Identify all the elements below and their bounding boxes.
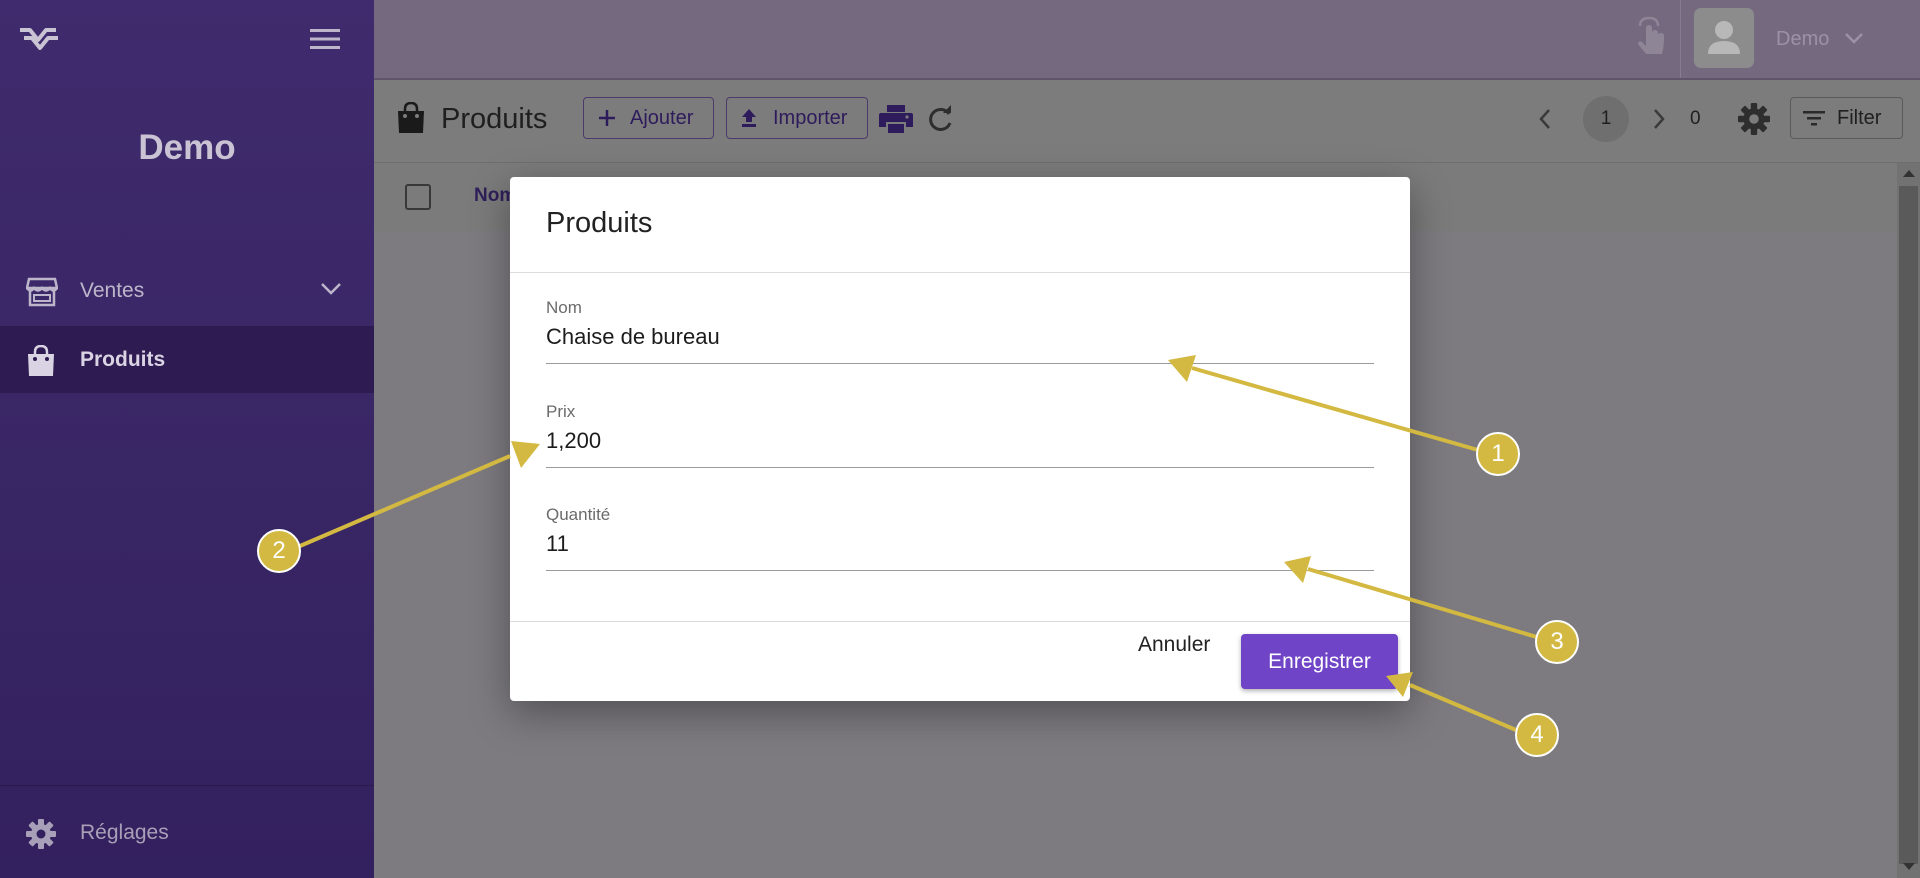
field-underline [546,570,1374,571]
chevron-down-icon [320,282,342,296]
annotation-badge-1: 1 [1476,432,1520,476]
chevron-down-icon[interactable] [1844,32,1864,46]
refresh-icon[interactable] [926,105,954,133]
top-bar [374,0,1920,80]
shopping-bag-icon [26,345,56,377]
add-button[interactable]: Ajouter [583,97,714,139]
scroll-down-icon[interactable] [1902,862,1916,872]
dialog-footer-divider [510,621,1410,622]
filter-button[interactable]: Filter [1790,97,1903,139]
cancel-button[interactable]: Annuler [1138,633,1210,657]
field-label: Prix [546,402,576,421]
sidebar-item-reglages[interactable]: Réglages [0,800,374,866]
field-underline [546,467,1374,468]
shopping-bag-icon [396,102,426,134]
field-label: Nom [546,298,582,317]
upload-icon [739,108,759,128]
user-name[interactable]: Demo [1776,28,1829,51]
dialog-header-divider [510,272,1410,273]
nom-input[interactable]: Chaise de bureau [546,324,1374,350]
page-title: Produits [441,103,548,135]
menu-toggle-icon[interactable] [310,28,340,50]
sidebar-item-label: Réglages [80,821,169,844]
touch-icon[interactable] [1634,16,1670,58]
gear-icon[interactable] [1738,103,1770,135]
gear-icon [26,819,56,849]
field-underline [546,363,1374,364]
annotation-badge-4: 4 [1515,713,1559,757]
quantite-input[interactable]: 11 [546,531,1374,557]
scrollbar-thumb[interactable] [1899,186,1918,864]
product-dialog: Produits Nom Chaise de bureau Prix 1,200… [510,177,1410,701]
prix-input[interactable]: 1,200 [546,428,1374,454]
filter-button-label: Filter [1837,106,1882,129]
sidebar-item-label: Ventes [80,279,145,302]
sidebar-item-label: Produits [80,347,166,371]
topbar-divider [1680,0,1681,78]
sidebar-divider [0,785,374,786]
filter-icon [1803,110,1825,126]
select-all-checkbox[interactable] [405,184,431,210]
field-label: Quantité [546,505,611,524]
import-button-label: Importer [773,106,848,129]
brand-name: Demo [138,128,236,167]
chevron-right-icon[interactable] [1652,108,1666,130]
avatar[interactable] [1694,8,1754,68]
app-logo-icon[interactable] [18,24,62,52]
sidebar-item-produits[interactable]: Produits [0,326,374,393]
sidebar-item-ventes[interactable]: Ventes [0,258,374,324]
scroll-up-icon[interactable] [1902,168,1916,178]
print-icon[interactable] [879,104,913,134]
store-icon [26,277,58,307]
total-count: 0 [1690,108,1701,129]
dialog-title: Produits [546,207,653,239]
add-button-label: Ajouter [630,106,694,129]
current-page[interactable]: 1 [1583,96,1629,142]
annotation-badge-3: 3 [1535,620,1579,664]
plus-icon [598,109,616,127]
save-button[interactable]: Enregistrer [1241,634,1398,689]
import-button[interactable]: Importer [726,97,868,139]
sidebar: Demo Ventes Produits Réglages [0,0,374,878]
chevron-left-icon[interactable] [1538,108,1552,130]
